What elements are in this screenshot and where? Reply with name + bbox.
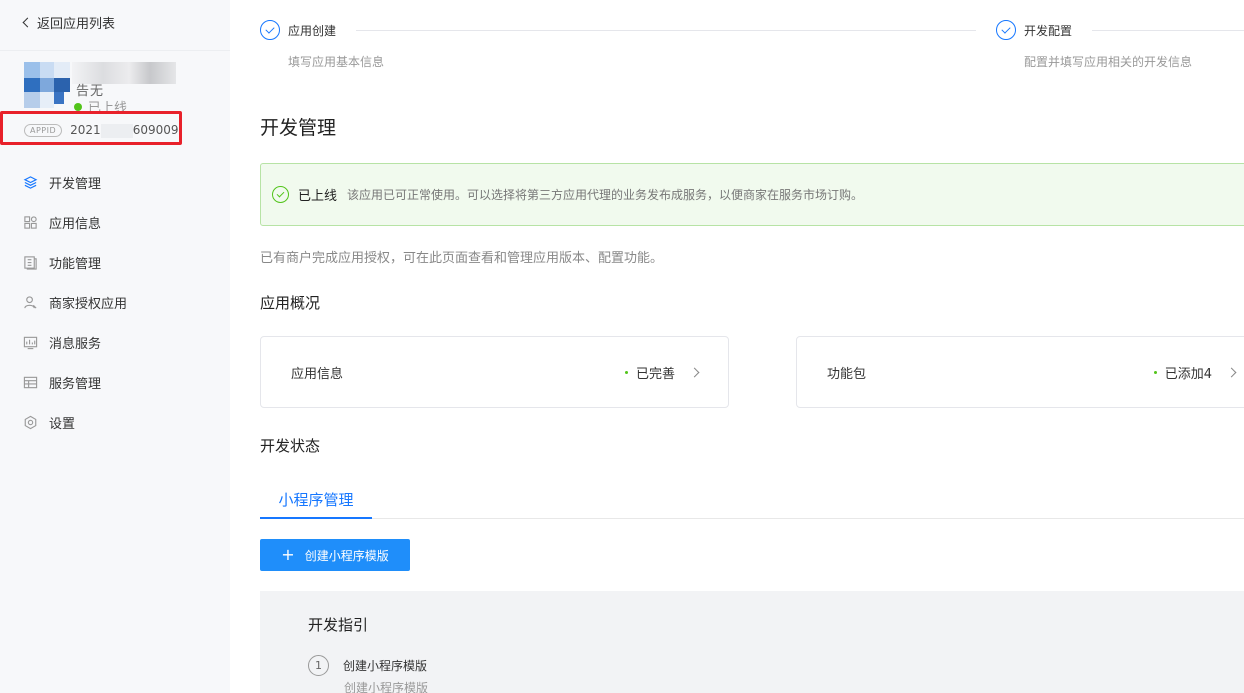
step-desc: 配置并填写应用相关的开发信息	[1024, 55, 1193, 69]
plus-icon: +	[281, 545, 295, 564]
user-icon	[23, 295, 38, 310]
step-connector	[1092, 30, 1244, 31]
step-connector	[356, 30, 976, 31]
sidebar-item-feature-management[interactable]: 功能管理	[0, 242, 230, 282]
sidebar-divider	[0, 50, 230, 51]
tab-bar: 小程序管理	[260, 485, 1244, 519]
app-avatar	[24, 62, 70, 108]
status-alert: 已上线 该应用已可正常使用。可以选择将第三方应用代理的业务发布成服务，以便商家在…	[260, 163, 1244, 226]
alert-text: 该应用已可正常使用。可以选择将第三方应用代理的业务发布成服务，以便商家在服务市场…	[347, 188, 864, 202]
appid-row: APPID 2021 609009	[24, 123, 179, 138]
page-title: 开发管理	[260, 117, 337, 139]
appid-value: 2021 609009	[70, 123, 179, 138]
back-link-label: 返回应用列表	[37, 17, 116, 32]
step-title: 开发配置	[1024, 23, 1073, 38]
guide-step: 1 创建小程序模版	[308, 655, 427, 676]
sidebar-item-app-info[interactable]: 应用信息	[0, 202, 230, 242]
sidebar-item-settings[interactable]: 设置	[0, 402, 230, 442]
sidebar-item-merchant-auth-apps[interactable]: 商家授权应用	[0, 282, 230, 322]
check-circle-icon	[260, 20, 280, 40]
chevron-right-icon	[1226, 367, 1237, 377]
apps-grid-icon	[23, 215, 38, 230]
gear-icon	[23, 415, 38, 430]
appid-tag: APPID	[24, 123, 63, 137]
document-list-icon	[23, 255, 38, 270]
success-check-icon	[272, 186, 289, 203]
sidebar-item-message-service[interactable]: 消息服务	[0, 322, 230, 362]
step-dev-config: 开发配置	[996, 20, 1072, 40]
guide-step-desc: 创建小程序模版	[344, 681, 429, 693]
online-dot-icon	[74, 102, 82, 111]
table-icon	[23, 375, 38, 390]
card-feature-package[interactable]: 功能包 已添加4	[796, 336, 1244, 408]
card-status: 已完善	[624, 363, 700, 382]
sidebar-nav: 开发管理 应用信息 功能管理 商家授权应用 消息服务 服务管理 设置	[0, 162, 230, 442]
create-miniapp-template-button[interactable]: + 创建小程序模版	[260, 539, 410, 571]
page-description: 已有商户完成应用授权，可在此页面查看和管理应用版本、配置功能。	[260, 251, 664, 266]
sidebar: 返回应用列表 告无 已上线 APPID 2021 609009 开发管理 应用信…	[0, 0, 230, 693]
step-app-create: 应用创建	[260, 20, 336, 40]
card-status: 已添加4	[1153, 363, 1237, 382]
tab-miniapp-management[interactable]: 小程序管理	[260, 485, 372, 519]
guide-title: 开发指引	[308, 616, 369, 634]
dev-guide-panel: 开发指引 1 创建小程序模版 创建小程序模版	[260, 591, 1244, 693]
layers-icon	[23, 175, 38, 190]
chart-monitor-icon	[23, 335, 38, 350]
chevron-right-icon	[689, 367, 700, 377]
card-label: 应用信息	[291, 366, 344, 382]
card-app-info[interactable]: 应用信息 已完善	[260, 336, 729, 408]
sidebar-item-service-management[interactable]: 服务管理	[0, 362, 230, 402]
step-desc: 填写应用基本信息	[288, 55, 385, 69]
overview-title: 应用概况	[260, 294, 321, 312]
step-number: 1	[308, 655, 329, 676]
status-dot-icon	[624, 370, 628, 374]
guide-step-title: 创建小程序模版	[343, 659, 428, 673]
alert-title: 已上线	[298, 189, 338, 204]
main-content: 应用创建 填写应用基本信息 开发配置 配置并填写应用相关的开发信息 开发管理 已…	[230, 0, 1244, 693]
dev-status-title: 开发状态	[260, 437, 321, 455]
card-label: 功能包	[827, 366, 867, 382]
check-circle-icon	[996, 20, 1016, 40]
sidebar-item-dev-management[interactable]: 开发管理	[0, 162, 230, 202]
status-dot-icon	[1153, 370, 1157, 374]
step-title: 应用创建	[288, 23, 337, 38]
chevron-left-icon	[22, 17, 33, 28]
back-to-app-list-link[interactable]: 返回应用列表	[22, 13, 116, 32]
